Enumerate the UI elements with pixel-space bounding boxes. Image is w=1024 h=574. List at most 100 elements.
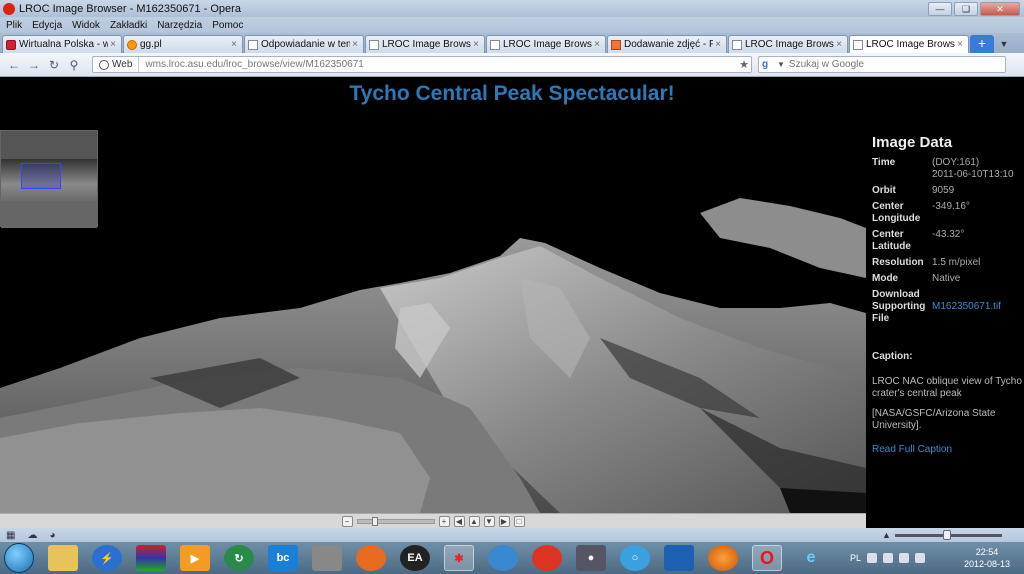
zoom-slider[interactable] bbox=[356, 516, 435, 526]
start-button[interactable] bbox=[4, 543, 34, 573]
mouse-app-icon[interactable] bbox=[312, 545, 342, 571]
tab-close-icon[interactable]: × bbox=[955, 39, 965, 50]
tab-close-icon[interactable]: × bbox=[108, 39, 118, 50]
minimize-button[interactable]: — bbox=[928, 1, 952, 16]
bookmark-star-icon[interactable]: ★ bbox=[737, 58, 751, 71]
tab-list-icon[interactable]: ▼ bbox=[995, 35, 1013, 53]
opera-taskbar-icon[interactable]: O bbox=[752, 545, 782, 571]
gg-favicon-icon bbox=[127, 39, 137, 50]
messenger-icon[interactable]: ○ bbox=[620, 545, 650, 571]
overview-thumbnail[interactable] bbox=[0, 130, 98, 228]
cloud-icon[interactable]: ☁ bbox=[27, 530, 37, 541]
thumbnail-viewport-marker[interactable] bbox=[21, 163, 61, 189]
tab-close-icon[interactable]: × bbox=[471, 39, 481, 50]
pan-right-button[interactable]: ▶ bbox=[498, 515, 510, 527]
menu-item-edycja[interactable]: Edycja bbox=[32, 20, 62, 31]
address-field[interactable]: Web wms.lroc.asu.edu/lroc_browse/view/M1… bbox=[92, 56, 752, 73]
close-button[interactable]: ✕ bbox=[980, 1, 1020, 16]
tab-close-icon[interactable]: × bbox=[229, 39, 239, 50]
ea-icon[interactable]: EA bbox=[400, 545, 430, 571]
menu-bar: Plik Edycja Widok Zakładki Narzędzia Pom… bbox=[0, 17, 1024, 33]
tray-network-icon[interactable] bbox=[899, 553, 910, 563]
menu-item-pomoc[interactable]: Pomoc bbox=[212, 20, 243, 31]
key-icon[interactable]: ⚲ bbox=[64, 56, 84, 74]
read-full-caption-link[interactable]: Read Full Caption bbox=[872, 444, 1024, 455]
tab-close-icon[interactable]: × bbox=[834, 39, 844, 50]
tray-volume-icon[interactable] bbox=[915, 553, 926, 563]
tray-flag-icon[interactable] bbox=[883, 553, 894, 563]
menu-item-plik[interactable]: Plik bbox=[6, 20, 22, 31]
page-favicon-icon bbox=[490, 39, 500, 50]
zoom-in-button[interactable]: + bbox=[438, 515, 450, 527]
menu-item-widok[interactable]: Widok bbox=[72, 20, 100, 31]
tab-lroc-2[interactable]: LROC Image Browser... × bbox=[486, 35, 606, 53]
explorer-icon[interactable] bbox=[48, 545, 78, 571]
download-tif-link[interactable]: M162350671.tif bbox=[932, 289, 1001, 325]
tab-odpowiadanie[interactable]: Odpowiadanie w tem... × bbox=[244, 35, 364, 53]
tab-lroc-3[interactable]: LROC Image Browser... × bbox=[728, 35, 848, 53]
search-engine-dropdown-icon[interactable]: ▼ bbox=[777, 60, 785, 69]
window-title: LROC Image Browser - M162350671 - Opera bbox=[19, 2, 241, 15]
tab-gg[interactable]: gg.pl × bbox=[123, 35, 243, 53]
tab-label: Wirtualna Polska - w... bbox=[19, 39, 108, 50]
tray-app-icon[interactable] bbox=[867, 553, 878, 563]
menu-item-narzedzia[interactable]: Narzędzia bbox=[157, 20, 202, 31]
gamepad-icon[interactable]: ● bbox=[576, 545, 606, 571]
internet-explorer-icon[interactable]: e bbox=[796, 545, 826, 571]
tab-label: gg.pl bbox=[140, 39, 162, 50]
lightning-app-icon[interactable]: ⚡ bbox=[92, 545, 122, 571]
pan-down-button[interactable]: ▼ bbox=[483, 515, 495, 527]
tab-wirtualna-polska[interactable]: Wirtualna Polska - w... × bbox=[2, 35, 122, 53]
viewer-controls: − + ◀ ▲ ▼ ▶ □ bbox=[0, 513, 866, 528]
data-value: 2011-06-10T13:10 bbox=[932, 169, 1014, 180]
new-tab-button[interactable]: + bbox=[970, 35, 994, 53]
back-icon[interactable]: ← bbox=[4, 56, 24, 74]
search-input[interactable] bbox=[788, 59, 989, 70]
page-zoom-slider[interactable] bbox=[894, 529, 1002, 540]
clock-time: 22:54 bbox=[975, 547, 999, 557]
turbo-icon[interactable]: ◕ bbox=[49, 530, 55, 541]
globe-icon bbox=[99, 59, 109, 70]
pan-up-button[interactable]: ▲ bbox=[468, 515, 480, 527]
firefox-icon[interactable] bbox=[708, 545, 738, 571]
site-info-button[interactable]: Web bbox=[93, 57, 140, 72]
media-player-icon[interactable]: ▶ bbox=[180, 545, 210, 571]
fullscreen-button[interactable]: □ bbox=[513, 515, 525, 527]
menu-item-zakladki[interactable]: Zakładki bbox=[110, 20, 147, 31]
data-key: Mode bbox=[872, 273, 899, 284]
address-toolbar: ← → ↻ ⚲ Web wms.lroc.asu.edu/lroc_browse… bbox=[0, 53, 1024, 77]
refresh-app-icon[interactable]: ↻ bbox=[224, 545, 254, 571]
tab-lroc-1[interactable]: LROC Image Browser × bbox=[365, 35, 485, 53]
tab-close-icon[interactable]: × bbox=[592, 39, 602, 50]
zoom-out-button[interactable]: − bbox=[341, 515, 353, 527]
forward-icon[interactable]: → bbox=[24, 56, 44, 74]
lunar-image[interactable] bbox=[0, 78, 866, 528]
winrar-icon[interactable] bbox=[136, 545, 166, 571]
bc-icon[interactable]: bc bbox=[268, 545, 298, 571]
clock-date: 2012-08-13 bbox=[963, 559, 1010, 569]
pan-left-button[interactable]: ◀ bbox=[453, 515, 465, 527]
tab-close-icon[interactable]: × bbox=[350, 39, 360, 50]
tab-bar: Wirtualna Polska - w... × gg.pl × Odpowi… bbox=[0, 33, 1024, 53]
red-app-icon[interactable]: ✱ bbox=[444, 545, 474, 571]
zoom-slider-knob[interactable] bbox=[371, 516, 378, 526]
caption-heading: Caption: bbox=[872, 351, 913, 362]
panels-toggle-icon[interactable]: ▦ bbox=[6, 530, 15, 541]
tab-lroc-active[interactable]: LROC Image Browser... × bbox=[849, 35, 969, 53]
data-key bbox=[872, 169, 932, 181]
tab-dodawanie-zdjec[interactable]: Dodawanie zdjęć - Fo... × bbox=[607, 35, 727, 53]
tab-close-icon[interactable]: × bbox=[713, 39, 723, 50]
reload-icon[interactable]: ↻ bbox=[44, 56, 64, 74]
zoom-out-icon[interactable]: ▲ bbox=[882, 530, 891, 540]
monitor-icon[interactable] bbox=[664, 545, 694, 571]
restore-button[interactable]: ❑ bbox=[954, 1, 978, 16]
origin-icon[interactable] bbox=[356, 545, 386, 571]
url-text[interactable]: wms.lroc.asu.edu/lroc_browse/view/M16235… bbox=[139, 59, 737, 70]
red-globe-icon[interactable] bbox=[532, 545, 562, 571]
disc-app-icon[interactable] bbox=[488, 545, 518, 571]
clock[interactable]: 22:54 2012-08-13 bbox=[964, 546, 1010, 570]
search-box[interactable]: g ▼ bbox=[758, 56, 1006, 73]
page-title: Tycho Central Peak Spectacular! bbox=[349, 82, 675, 105]
page-zoom-knob[interactable] bbox=[942, 529, 951, 540]
language-indicator[interactable]: PL bbox=[850, 553, 861, 563]
